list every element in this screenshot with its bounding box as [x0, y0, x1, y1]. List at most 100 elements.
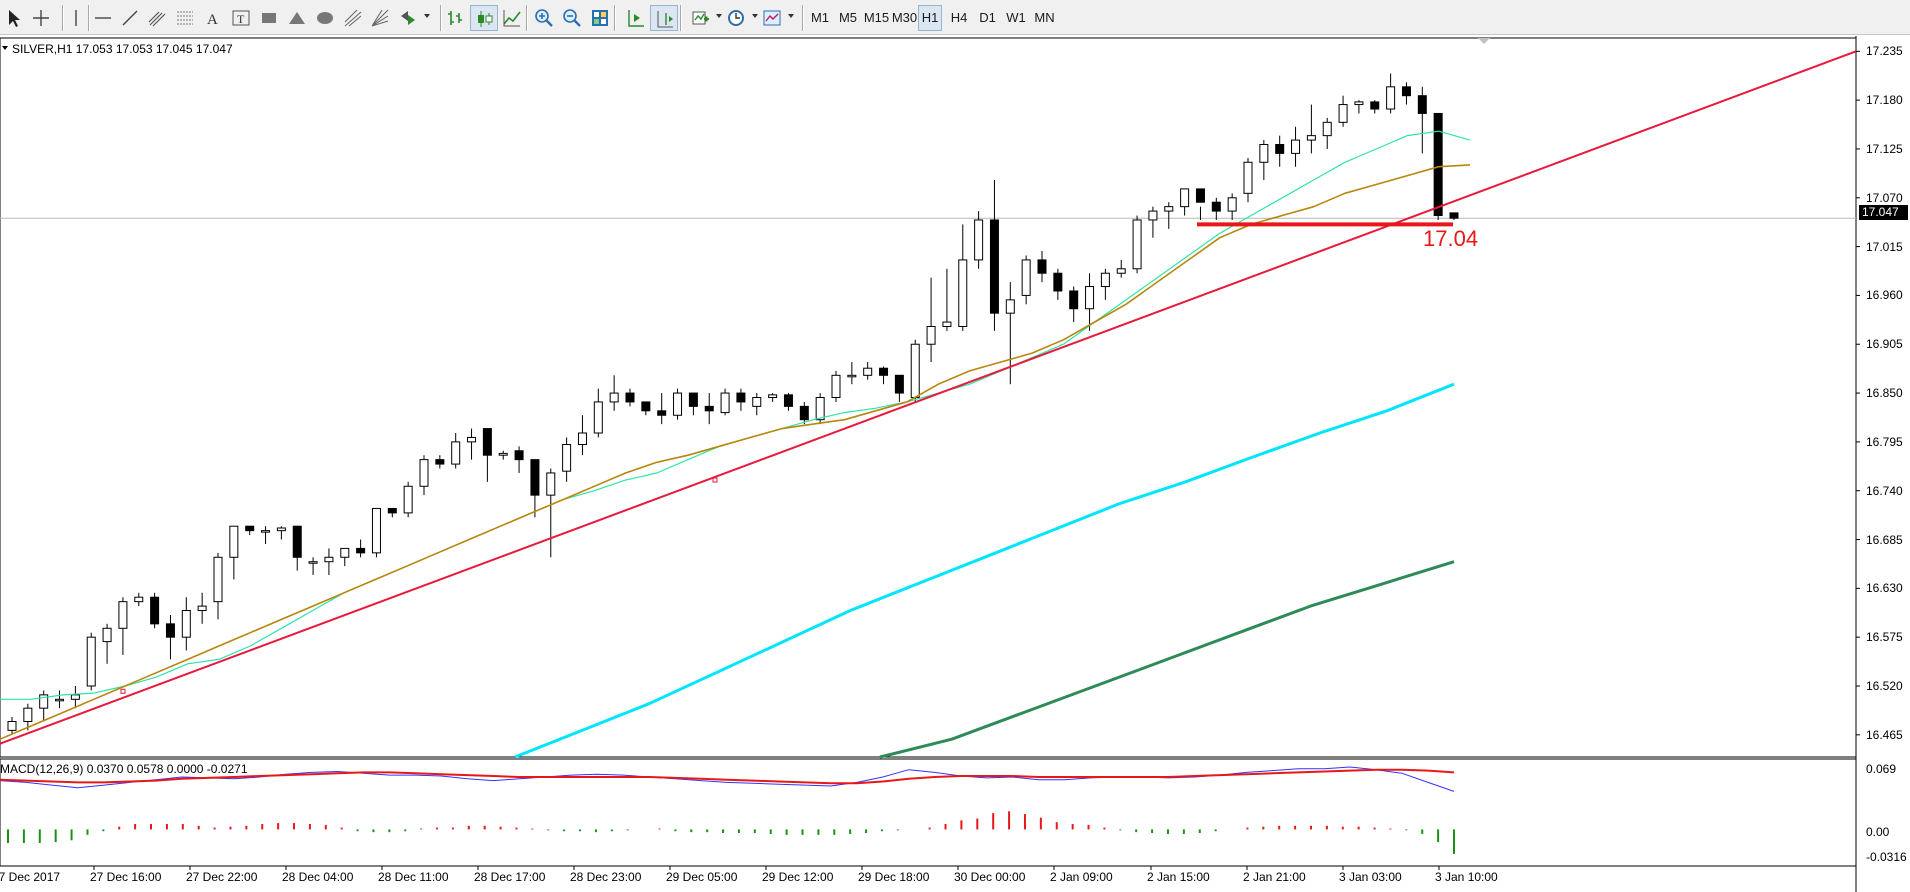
trendline	[0, 50, 1857, 745]
ellipse-button[interactable]	[311, 5, 339, 31]
candle	[704, 405, 714, 412]
candle	[1322, 121, 1332, 137]
time-axis-label: 29 Dec 18:00	[858, 870, 930, 884]
auto-scroll-button[interactable]	[622, 5, 650, 31]
zoom-out-button[interactable]	[558, 5, 586, 31]
ma-long-line	[879, 560, 1455, 759]
candle	[1338, 104, 1348, 123]
candle	[593, 401, 603, 434]
arrows-dropdown-button[interactable]	[394, 5, 422, 31]
rectangle-button[interactable]	[255, 5, 283, 31]
chart-shift-marker-icon	[1478, 38, 1490, 44]
bar-chart-icon	[448, 11, 462, 25]
horizontal-line-icon	[95, 17, 111, 19]
trendline-anchor	[712, 477, 718, 483]
andrews-pitchfork-button[interactable]	[339, 5, 367, 31]
candle	[1386, 86, 1396, 110]
price-axis-label: 16.465	[1866, 727, 1903, 742]
candle	[1037, 259, 1047, 274]
timeframe-h4-button[interactable]: H4	[946, 5, 972, 31]
timeframe-m30-button[interactable]: M30	[891, 5, 918, 31]
candle	[435, 459, 445, 465]
candle	[118, 601, 128, 629]
candlestick-chart-button[interactable]	[470, 5, 498, 31]
price-annotation[interactable]: 17.04	[1423, 226, 1478, 252]
price-axis-label: 17.125	[1866, 141, 1903, 156]
fibonacci-retracement-button[interactable]	[171, 5, 199, 31]
fibonacci-retracement-icon	[177, 11, 193, 25]
timeframe-m5-button[interactable]: M5	[835, 5, 861, 31]
price-axis-label: 16.850	[1866, 386, 1903, 401]
chart-canvas[interactable]	[0, 36, 1910, 892]
candle	[752, 397, 762, 407]
candle	[1354, 101, 1364, 106]
candle	[926, 325, 936, 345]
gann-fan-button[interactable]	[366, 5, 394, 31]
timeframe-m15-button[interactable]: M15	[863, 5, 890, 31]
cursor-arrow-button[interactable]	[0, 5, 28, 31]
andrews-pitchfork-icon	[344, 9, 362, 27]
timeframe-h1-button[interactable]: H1	[918, 5, 942, 31]
vertical-line-button[interactable]	[62, 5, 90, 31]
candle	[799, 405, 809, 421]
candle	[942, 321, 952, 327]
templates-button[interactable]	[758, 5, 786, 31]
candle	[134, 596, 144, 603]
triangle-button[interactable]	[283, 5, 311, 31]
line-chart-button[interactable]	[498, 5, 526, 31]
text-button[interactable]: A	[199, 5, 227, 31]
macd-axis-label: 0.00	[1866, 825, 1890, 839]
price-axis-label: 16.520	[1866, 678, 1903, 693]
candle	[1449, 212, 1459, 219]
zoom-out-icon	[563, 9, 581, 27]
bar-chart-button[interactable]	[442, 5, 470, 31]
candle	[736, 392, 746, 403]
auto-scroll-icon	[628, 10, 644, 27]
candle	[1005, 299, 1015, 314]
toolbar: A T M1 M5 M15 M30 H1 H4 D1 W1 MN	[0, 0, 1910, 35]
candle	[768, 394, 778, 398]
text-label-button[interactable]: T	[227, 5, 255, 31]
chart-area[interactable]: SILVER,H1 17.053 17.053 17.045 17.047 MA…	[0, 36, 1910, 892]
triangle-icon	[289, 12, 305, 24]
candlestick-chart-icon	[478, 11, 493, 27]
candle	[847, 374, 857, 378]
dropdown-caret-icon[interactable]	[788, 14, 794, 18]
candle	[974, 219, 984, 261]
macd-axis-label: 0.069	[1866, 762, 1897, 776]
horizontal-line-button[interactable]	[89, 5, 117, 31]
candle	[1180, 188, 1190, 208]
line-chart-icon	[503, 10, 521, 27]
candle	[720, 392, 730, 414]
candle	[23, 707, 33, 722]
candle	[467, 436, 477, 443]
price-axis-label: 16.795	[1866, 434, 1903, 449]
equidistant-channel-button[interactable]	[143, 5, 171, 31]
tile-windows-button[interactable]	[586, 5, 614, 31]
timeframe-d1-button[interactable]: D1	[975, 5, 1000, 31]
candle	[276, 527, 286, 532]
chart-menu-caret-icon[interactable]	[2, 46, 8, 50]
timeframe-mn-button[interactable]: MN	[1031, 5, 1058, 31]
candle	[261, 530, 271, 533]
timeframe-m1-button[interactable]: M1	[807, 5, 833, 31]
symbol-info: SILVER,H1 17.053 17.053 17.045 17.047	[12, 42, 233, 56]
periods-clock-button[interactable]	[722, 5, 750, 31]
zoom-in-button[interactable]	[530, 5, 558, 31]
candle	[451, 441, 461, 465]
candle	[1306, 135, 1316, 141]
periods-clock-icon	[728, 10, 744, 26]
crosshair-button[interactable]	[27, 5, 55, 31]
candle	[498, 452, 508, 456]
chart-shift-button[interactable]	[650, 5, 678, 31]
candle	[989, 219, 999, 314]
dropdown-caret-icon[interactable]	[424, 14, 430, 18]
candle	[1370, 101, 1380, 110]
indicators-button[interactable]	[686, 5, 714, 31]
ellipse-icon	[317, 12, 333, 24]
timeframe-w1-button[interactable]: W1	[1003, 5, 1029, 31]
current-price-tag: 17.047	[1859, 205, 1908, 220]
candle	[1053, 272, 1063, 292]
candle	[150, 596, 160, 625]
trend-line-button[interactable]	[116, 5, 144, 31]
